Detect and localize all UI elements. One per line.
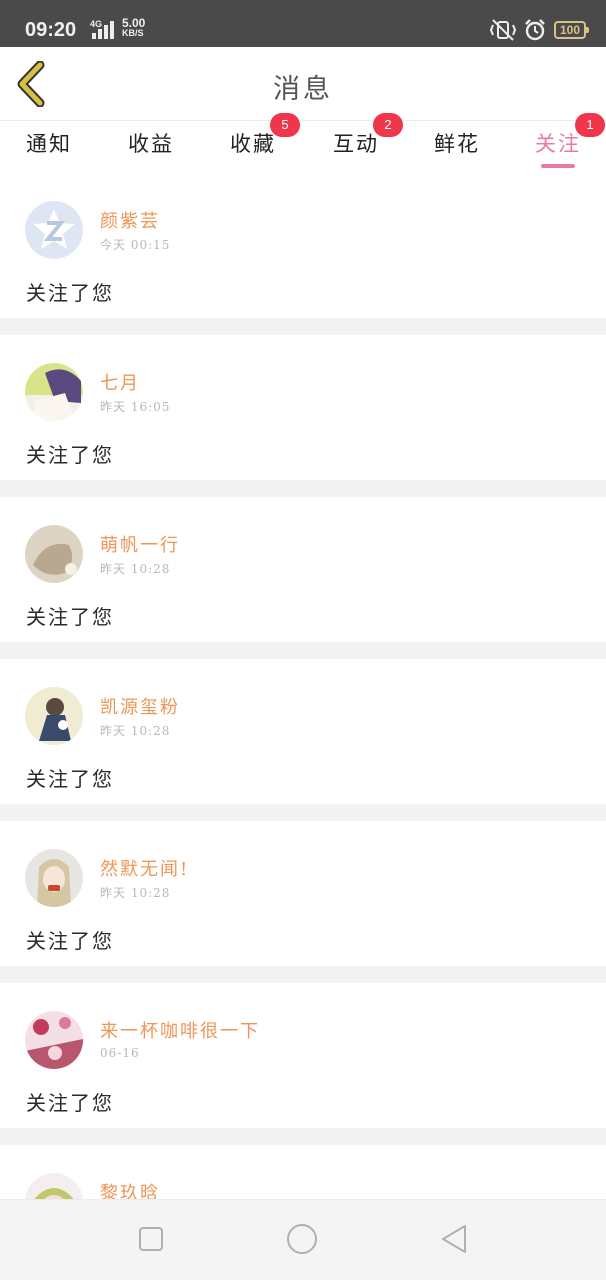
tab-label: 收益 bbox=[128, 132, 174, 156]
timestamp: 昨天 10:28 bbox=[100, 724, 171, 738]
user-avatar-image bbox=[25, 849, 83, 907]
network-speed: 5.00 KB/S bbox=[122, 16, 146, 38]
message-text: 关注了您 bbox=[26, 1091, 114, 1115]
vibrate-off-icon bbox=[489, 19, 516, 41]
tab-label: 通知 bbox=[26, 132, 72, 156]
user-avatar-image bbox=[25, 1011, 83, 1069]
avatar[interactable] bbox=[25, 525, 83, 583]
timestamp: 06-16 bbox=[100, 1046, 140, 1060]
message-text: 关注了您 bbox=[26, 767, 114, 791]
message-text: 关注了您 bbox=[26, 605, 114, 629]
header: 消息 bbox=[0, 47, 606, 121]
alarm-icon bbox=[525, 19, 545, 41]
tab-earnings[interactable]: 收益 bbox=[120, 121, 182, 173]
tab-label: 鲜花 bbox=[434, 132, 480, 156]
user-avatar-image bbox=[25, 687, 83, 745]
avatar[interactable] bbox=[25, 1011, 83, 1069]
system-nav-bar bbox=[0, 1199, 606, 1280]
tab-interactions[interactable]: 互动 2 bbox=[325, 113, 403, 173]
message-text: 关注了您 bbox=[26, 281, 114, 305]
tab-notifications[interactable]: 通知 bbox=[18, 121, 80, 173]
user-name[interactable]: 然默无闻! bbox=[100, 855, 189, 881]
speed-unit: KB/S bbox=[122, 28, 144, 38]
avatar[interactable] bbox=[25, 1173, 83, 1199]
avatar[interactable] bbox=[25, 849, 83, 907]
tab-flowers[interactable]: 鲜花 bbox=[426, 121, 488, 173]
tab-bar: 通知 收益 收藏 5 互动 2 鲜花 关注 1 bbox=[0, 113, 606, 173]
default-avatar-icon bbox=[25, 201, 83, 259]
battery-icon: 100 bbox=[553, 21, 590, 39]
page-title: 消息 bbox=[273, 74, 333, 105]
user-avatar-image bbox=[25, 1173, 83, 1199]
user-name[interactable]: 凯源玺粉 bbox=[100, 693, 180, 719]
tab-favorites[interactable]: 收藏 5 bbox=[222, 113, 300, 173]
list-item[interactable]: 凯源玺粉 昨天 10:28 关注了您 bbox=[0, 659, 606, 804]
active-tab-indicator bbox=[541, 164, 575, 168]
status-icons: 100 bbox=[489, 17, 590, 43]
list-item[interactable]: 黎玖晗 bbox=[0, 1145, 606, 1199]
badge-follows: 1 bbox=[575, 113, 605, 137]
list-item[interactable]: 来一杯咖啡很一下 06-16 关注了您 bbox=[0, 983, 606, 1128]
home-icon[interactable] bbox=[285, 1222, 319, 1256]
message-text: 关注了您 bbox=[26, 929, 114, 953]
list-item[interactable]: 萌帆一行 昨天 10:28 关注了您 bbox=[0, 497, 606, 642]
list-item[interactable]: 七月 昨天 16:05 关注了您 bbox=[0, 335, 606, 480]
timestamp: 昨天 10:28 bbox=[100, 886, 171, 900]
user-avatar-image bbox=[25, 363, 83, 421]
avatar[interactable] bbox=[25, 687, 83, 745]
badge-interactions: 2 bbox=[373, 113, 403, 137]
timestamp: 昨天 10:28 bbox=[100, 562, 171, 576]
list-item[interactable]: 然默无闻! 昨天 10:28 关注了您 bbox=[0, 821, 606, 966]
status-time: 09:20 bbox=[25, 19, 77, 41]
speed-value: 5.00 bbox=[122, 16, 146, 30]
badge-favorites: 5 bbox=[270, 113, 300, 137]
network-type: 4G bbox=[90, 19, 103, 29]
user-name[interactable]: 黎玖晗 bbox=[100, 1179, 160, 1199]
back-triangle-icon[interactable] bbox=[437, 1222, 471, 1256]
user-avatar-image bbox=[25, 525, 83, 583]
timestamp: 今天 00:15 bbox=[100, 238, 171, 252]
list-item[interactable]: 颜紫芸 今天 00:15 关注了您 bbox=[0, 173, 606, 318]
timestamp: 昨天 16:05 bbox=[100, 400, 171, 414]
user-name[interactable]: 颜紫芸 bbox=[100, 207, 160, 233]
user-name[interactable]: 萌帆一行 bbox=[100, 531, 180, 557]
status-bar: 09:20 4G 5.00 KB/S 100 bbox=[0, 0, 606, 47]
follow-message-list: 颜紫芸 今天 00:15 关注了您 七月 昨天 16:05 关注了您 萌帆一行 … bbox=[0, 173, 606, 1199]
tab-follows[interactable]: 关注 1 bbox=[527, 113, 605, 173]
recent-apps-icon[interactable] bbox=[134, 1222, 168, 1256]
message-text: 关注了您 bbox=[26, 443, 114, 467]
user-name[interactable]: 七月 bbox=[100, 369, 140, 395]
avatar[interactable] bbox=[25, 201, 83, 259]
user-name[interactable]: 来一杯咖啡很一下 bbox=[100, 1017, 260, 1043]
avatar[interactable] bbox=[25, 363, 83, 421]
